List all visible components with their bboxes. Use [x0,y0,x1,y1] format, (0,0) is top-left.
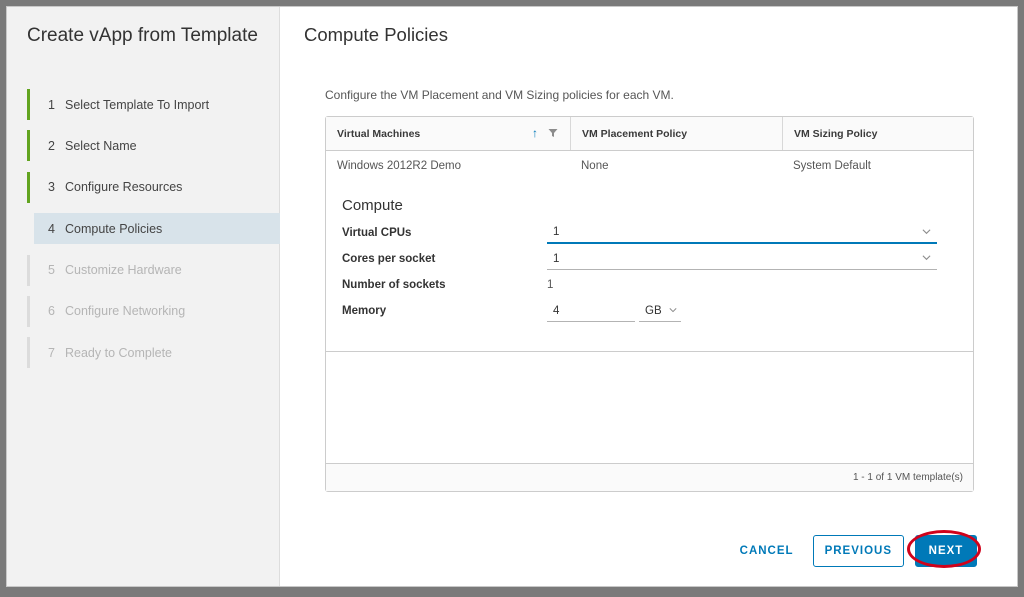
step-ready-to-complete: 7 Ready to Complete [27,337,280,369]
virtual-cpus-value: 1 [553,226,560,238]
memory-label: Memory [342,305,387,317]
grid-header: Virtual Machines ↑ VM Placement Policy V… [326,117,973,151]
create-vapp-dialog: Create vApp from Template 1 Select Templ… [6,6,1018,587]
step-label: Customize Hardware [65,263,182,278]
memory-unit-select[interactable]: GB [639,300,681,322]
cell-vm-name: Windows 2012R2 Demo [337,159,462,172]
virtual-cpus-select[interactable]: 1 [547,222,937,244]
column-vm-placement-policy[interactable]: VM Placement Policy [570,117,782,150]
wizard-content: Compute Policies Configure the VM Placem… [280,7,1017,586]
step-label: Configure Resources [65,180,183,195]
compute-section: Compute Virtual CPUs 1 Cores per socket … [342,197,942,324]
step-number: 4 [48,221,55,236]
cell-sizing-policy: System Default [793,159,871,172]
filter-icon[interactable] [548,128,558,138]
chevron-down-icon [922,255,931,261]
chevron-down-icon [922,229,931,235]
memory-input[interactable] [547,300,635,322]
step-number: 7 [48,345,55,360]
page-description: Configure the VM Placement and VM Sizing… [325,88,674,102]
number-of-sockets-value: 1 [547,279,554,291]
cores-per-socket-select[interactable]: 1 [547,248,937,270]
grid-footer: 1 - 1 of 1 VM template(s) [326,463,973,491]
step-select-template[interactable]: 1 Select Template To Import [27,89,280,120]
step-number: 2 [48,138,55,153]
memory-row: Memory GB [342,298,942,324]
cores-per-socket-row: Cores per socket 1 [342,246,942,272]
memory-unit-value: GB [645,304,662,317]
column-label: Virtual Machines [337,127,421,140]
cores-per-socket-label: Cores per socket [342,253,436,265]
compute-title: Compute [342,197,403,214]
wizard-sidebar: Create vApp from Template 1 Select Templ… [7,7,280,586]
number-of-sockets-row: Number of sockets 1 [342,272,942,298]
wizard-title: Create vApp from Template [27,25,258,46]
virtual-cpus-label: Virtual CPUs [342,227,412,239]
step-label: Select Template To Import [65,97,210,112]
step-number: 3 [48,180,55,195]
virtual-cpus-row: Virtual CPUs 1 [342,220,942,246]
step-label: Compute Policies [65,221,163,236]
cores-per-socket-value: 1 [553,252,560,265]
step-label: Ready to Complete [65,345,173,360]
cancel-button[interactable]: CANCEL [729,535,805,567]
step-customize-hardware: 5 Customize Hardware [27,254,280,286]
column-virtual-machines[interactable]: Virtual Machines ↑ [326,117,570,150]
step-label: Select Name [65,138,137,153]
column-vm-sizing-policy[interactable]: VM Sizing Policy [782,117,973,150]
chevron-down-icon [669,308,677,313]
cell-placement-policy: None [581,159,609,172]
wizard-steps: 1 Select Template To Import 2 Select Nam… [27,89,280,379]
next-button-wrapper: NEXT [907,530,981,568]
detail-divider [326,351,973,352]
step-configure-networking: 6 Configure Networking [27,295,280,327]
step-compute-policies[interactable]: 4 Compute Policies [34,213,280,245]
step-select-name[interactable]: 2 Select Name [27,130,280,162]
step-configure-resources[interactable]: 3 Configure Resources [27,171,280,203]
pagination-text: 1 - 1 of 1 VM template(s) [852,472,963,483]
previous-button[interactable]: PREVIOUS [812,535,904,567]
column-label: VM Placement Policy [582,127,688,140]
step-number: 1 [48,97,55,112]
page-title: Compute Policies [304,24,448,45]
step-number: 5 [48,263,55,278]
step-label: Configure Networking [65,304,186,319]
sort-ascending-icon[interactable]: ↑ [532,126,538,140]
vm-policy-grid: Virtual Machines ↑ VM Placement Policy V… [325,116,974,492]
column-label: VM Sizing Policy [794,127,878,140]
number-of-sockets-label: Number of sockets [342,279,446,291]
table-row[interactable]: Windows 2012R2 Demo None System Default [326,151,973,180]
wizard-footer: CANCEL PREVIOUS NEXT [729,530,981,568]
next-button[interactable]: NEXT [915,535,977,567]
step-number: 6 [48,304,55,319]
